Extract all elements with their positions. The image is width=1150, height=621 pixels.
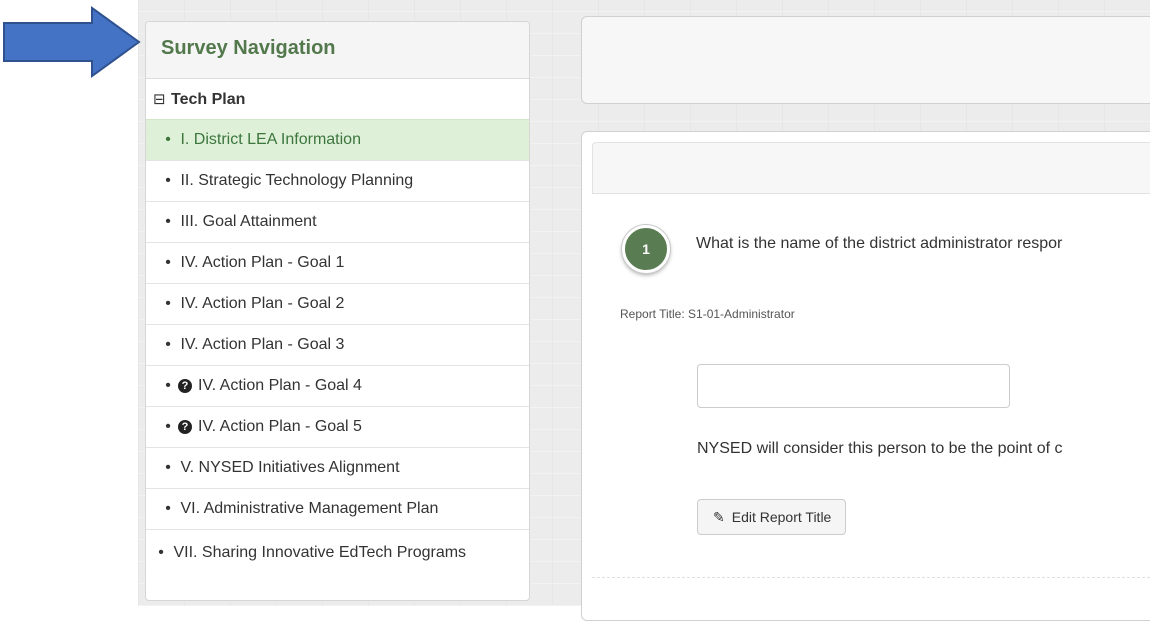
question-number-badge: 1 [622, 225, 670, 273]
nav-item-label: II. Strategic Technology Planning [180, 172, 414, 189]
bullet-icon: • [165, 213, 171, 230]
question-note: NYSED will consider this person to be th… [697, 440, 1063, 457]
nav-item-label: I. District LEA Information [180, 131, 361, 148]
bullet-icon: • [165, 254, 171, 271]
nav-item[interactable]: • V. NYSED Initiatives Alignment [146, 447, 529, 488]
bullet-icon: • [165, 459, 171, 476]
nav-item-label: III. Goal Attainment [180, 213, 317, 230]
nav-item-label: IV. Action Plan - Goal 1 [180, 254, 345, 271]
question-panel: 1 What is the name of the district admin… [581, 131, 1150, 621]
nav-item[interactable]: • VI. Administrative Management Plan [146, 488, 529, 529]
nav-item[interactable]: • I. District LEA Information [146, 119, 529, 160]
edit-report-title-label: Edit Report Title [731, 509, 832, 525]
nav-item[interactable]: • IV. Action Plan - Goal 1 [146, 242, 529, 283]
bullet-icon: • [165, 131, 171, 148]
top-info-panel [581, 16, 1150, 104]
arrow-right-icon [3, 6, 141, 78]
nav-item[interactable]: •? IV. Action Plan - Goal 5 [146, 406, 529, 447]
bullet-icon: • [165, 377, 171, 394]
bullet-icon: • [165, 336, 171, 353]
minus-square-icon[interactable]: ⊟ [153, 90, 171, 108]
bullet-icon: • [165, 295, 171, 312]
survey-navigation-heading: Survey Navigation [146, 22, 529, 79]
edit-report-title-button[interactable]: ✎ Edit Report Title [697, 499, 847, 535]
tree-root-tech-plan[interactable]: ⊟ Tech Plan [146, 79, 529, 119]
survey-navigation-panel: Survey Navigation ⊟ Tech Plan • I. Distri… [145, 21, 530, 601]
report-title-text: Report Title: S1-01-Administrator [620, 307, 795, 321]
nav-item[interactable]: • IV. Action Plan - Goal 3 [146, 324, 529, 365]
nav-item-label: VI. Administrative Management Plan [180, 500, 439, 517]
question-circle-icon: ? [178, 420, 192, 434]
nav-item[interactable]: •? IV. Action Plan - Goal 4 [146, 365, 529, 406]
bullet-icon: • [158, 544, 164, 561]
section-divider [592, 577, 1150, 578]
nav-item-label: IV. Action Plan - Goal 4 [198, 377, 362, 394]
nav-item-label: IV. Action Plan - Goal 2 [180, 295, 345, 312]
nav-item[interactable]: • IV. Action Plan - Goal 2 [146, 283, 529, 324]
question-text: What is the name of the district adminis… [696, 235, 1063, 252]
nav-item[interactable]: • III. Goal Attainment [146, 201, 529, 242]
section-header [592, 142, 1150, 194]
pencil-icon: ✎ [713, 508, 725, 525]
bullet-icon: • [165, 500, 171, 517]
nav-item-label: VII. Sharing Innovative EdTech Programs [173, 544, 467, 561]
tree-root-label: Tech Plan [171, 91, 246, 108]
nav-item[interactable]: • VII. Sharing Innovative EdTech Program… [146, 529, 529, 597]
administrator-name-input[interactable] [697, 364, 1010, 408]
nav-item-label: IV. Action Plan - Goal 3 [180, 336, 345, 353]
question-circle-icon: ? [178, 379, 192, 393]
nav-item-label: V. NYSED Initiatives Alignment [180, 459, 400, 476]
navigation-item-list: • I. District LEA Information • II. Strat… [146, 119, 529, 597]
nav-item[interactable]: • II. Strategic Technology Planning [146, 160, 529, 201]
bullet-icon: • [165, 172, 171, 189]
bullet-icon: • [165, 418, 171, 435]
nav-item-label: IV. Action Plan - Goal 5 [198, 418, 362, 435]
